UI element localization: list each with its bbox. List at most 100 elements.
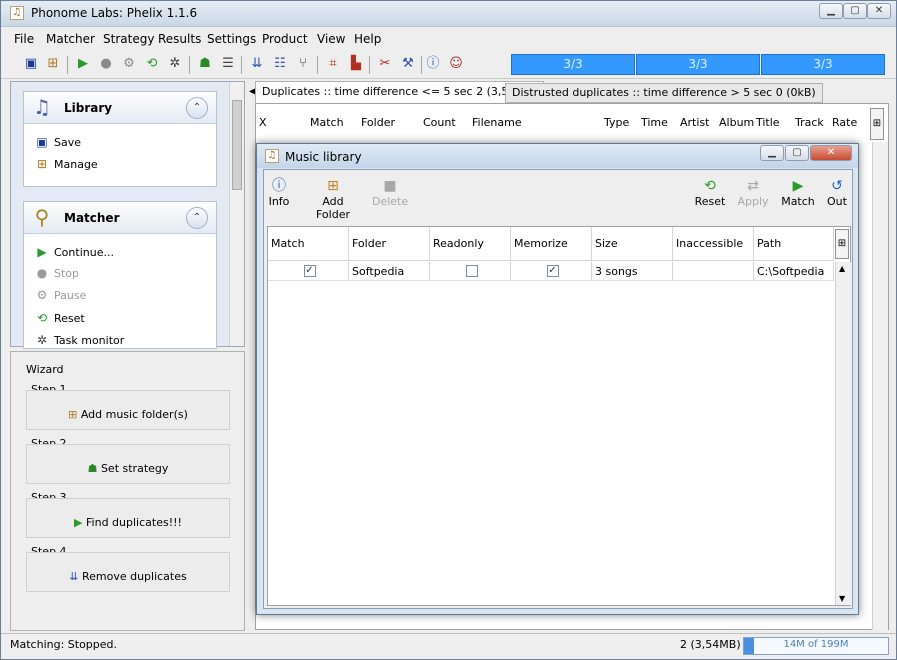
matcher-reset[interactable]: ⟲ Reset [34,310,85,326]
menu-bar: File Matcher Strategy Results Settings P… [1,29,896,50]
toolbar-separator [421,56,422,74]
tab-duplicates[interactable]: Duplicates :: time difference <= 5 sec 2… [255,81,544,103]
pause-icon[interactable]: ⚙ [121,56,137,72]
step-2-action: ☗ Set strategy [27,462,229,475]
split-icon[interactable]: ⌗ [325,56,341,72]
add-folder-button[interactable]: ⊞ Add Folder [306,177,360,221]
row-readonly-cell[interactable] [430,262,511,281]
collapse-matcher-icon[interactable]: ⌃ [186,207,208,229]
task-pane-scrollbar[interactable] [229,82,244,346]
column-chooser-icon[interactable]: ⊞ [870,108,884,140]
results-tabs: ◀ Duplicates :: time difference <= 5 sec… [249,81,889,103]
step-2-button[interactable]: ☗ Set strategy [26,444,230,484]
menu-settings[interactable]: Settings [207,32,256,46]
remove-duplicates-icon: ⇊ [69,570,82,583]
collapse-library-icon[interactable]: ⌃ [186,97,208,119]
col-inaccessible[interactable]: Inaccessible [673,227,754,261]
col-filename[interactable]: Filename [472,116,522,129]
chart-icon[interactable]: ▙ [348,56,364,72]
memorize-checkbox[interactable]: ✓ [546,265,559,277]
remove-duplicates-icon[interactable]: ⇊ [249,56,265,72]
col-count[interactable]: Count [423,116,456,129]
readonly-checkbox[interactable] [465,265,478,277]
col-type[interactable]: Type [604,116,629,129]
col-track[interactable]: Track [795,116,824,129]
col-folder[interactable]: Folder [361,116,395,129]
library-panel-header[interactable]: ♫ Library ⌃ [24,92,216,124]
tools-icon[interactable]: ✂ [377,56,393,72]
col-x[interactable]: X [259,116,267,129]
about-icon[interactable]: ☺ [448,56,464,72]
library-manage[interactable]: ⊞ Manage [34,156,98,172]
scrollbar-thumb[interactable] [232,100,242,190]
row-match-cell[interactable]: ✓ [268,262,349,281]
menu-help[interactable]: Help [354,32,381,46]
matcher-pause[interactable]: ⚙ Pause [34,287,87,303]
matcher-task-monitor[interactable]: ✲ Task monitor [34,332,124,348]
step-3-action-label: Find duplicates!!! [86,516,182,529]
results-scrollbar[interactable] [872,142,888,630]
library-save[interactable]: ▣ Save [34,134,81,150]
step-4-button[interactable]: ⇊ Remove duplicates [26,552,230,592]
out-button[interactable]: ↺ Out [824,177,850,208]
manage-icon[interactable]: ⊞ [45,56,61,72]
matcher-continue[interactable]: ▶ Continue... [34,244,114,260]
step-1-button[interactable]: ⊞ Add music folder(s) [26,390,230,430]
stop-icon[interactable]: ● [98,56,114,72]
memory-indicator[interactable]: 14M of 199M [743,637,889,655]
col-album[interactable]: Album [719,116,754,129]
menu-file[interactable]: File [14,32,34,46]
tab-distrusted-duplicates[interactable]: Distrusted duplicates :: time difference… [505,83,823,103]
col-title[interactable]: Title [756,116,780,129]
col-memorize[interactable]: Memorize [511,227,592,261]
delete-button[interactable]: ■ Delete [372,177,408,208]
col-path[interactable]: Path [754,227,834,261]
info-button[interactable]: ⓘ Info [266,177,292,208]
help-icon[interactable]: ⓘ [425,56,441,72]
col-time[interactable]: Time [641,116,668,129]
row-memorize-cell[interactable]: ✓ [511,262,592,281]
close-button[interactable]: ✕ [867,3,891,19]
scroll-up-icon[interactable]: ▲ [839,264,845,273]
col-size[interactable]: Size [592,227,673,261]
col-match[interactable]: Match [310,116,344,129]
dialog-close-button[interactable]: ✕ [810,145,852,161]
col-rate[interactable]: Rate [832,116,857,129]
filter-icon[interactable]: ☷ [272,56,288,72]
matcher-panel-header[interactable]: ⚲ Matcher ⌃ [24,202,216,234]
reset-button[interactable]: ⟲ Reset [694,177,726,208]
strategy-icon[interactable]: ☗ [197,56,213,72]
list-icon[interactable]: ☰ [220,56,236,72]
save-icon[interactable]: ▣ [23,56,39,72]
library-table-scrollbar[interactable]: ▲ ▼ [835,262,851,605]
step-4-action: ⇊ Remove duplicates [27,570,229,583]
scroll-down-icon[interactable]: ▼ [839,594,845,603]
dialog-minimize-button[interactable]: ▁ [760,145,784,161]
apply-button[interactable]: ⇄ Apply [737,177,769,208]
wrench-icon[interactable]: ⚒ [400,56,416,72]
col-folder[interactable]: Folder [349,227,430,261]
progress-bar-2: 3/3 [636,54,760,75]
col-readonly[interactable]: Readonly [430,227,511,261]
window-title: Phonome Labs: Phelix 1.1.6 [31,6,198,20]
minimize-button[interactable]: ▁ [819,3,843,19]
col-artist[interactable]: Artist [680,116,709,129]
matcher-stop[interactable]: ● Stop [34,265,79,281]
reset-icon: ⟲ [36,311,48,325]
step-3-button[interactable]: ▶ Find duplicates!!! [26,498,230,538]
menu-results[interactable]: Results [158,32,201,46]
menu-matcher[interactable]: Matcher [46,32,95,46]
menu-view[interactable]: View [317,32,345,46]
maximize-button[interactable]: ▢ [843,3,867,19]
match-button[interactable]: ▶ Match [780,177,816,208]
menu-strategy[interactable]: Strategy [103,32,154,46]
menu-product[interactable]: Product [262,32,308,46]
task-monitor-icon[interactable]: ✲ [167,56,183,72]
play-icon[interactable]: ▶ [75,56,91,72]
col-match[interactable]: Match [268,227,349,261]
column-chooser-icon[interactable]: ⊞ [835,229,849,259]
match-checkbox[interactable]: ✓ [303,265,316,277]
reset-icon[interactable]: ⟲ [144,56,160,72]
move-icon[interactable]: ⑂ [295,56,311,72]
dialog-maximize-button[interactable]: ▢ [785,145,809,161]
